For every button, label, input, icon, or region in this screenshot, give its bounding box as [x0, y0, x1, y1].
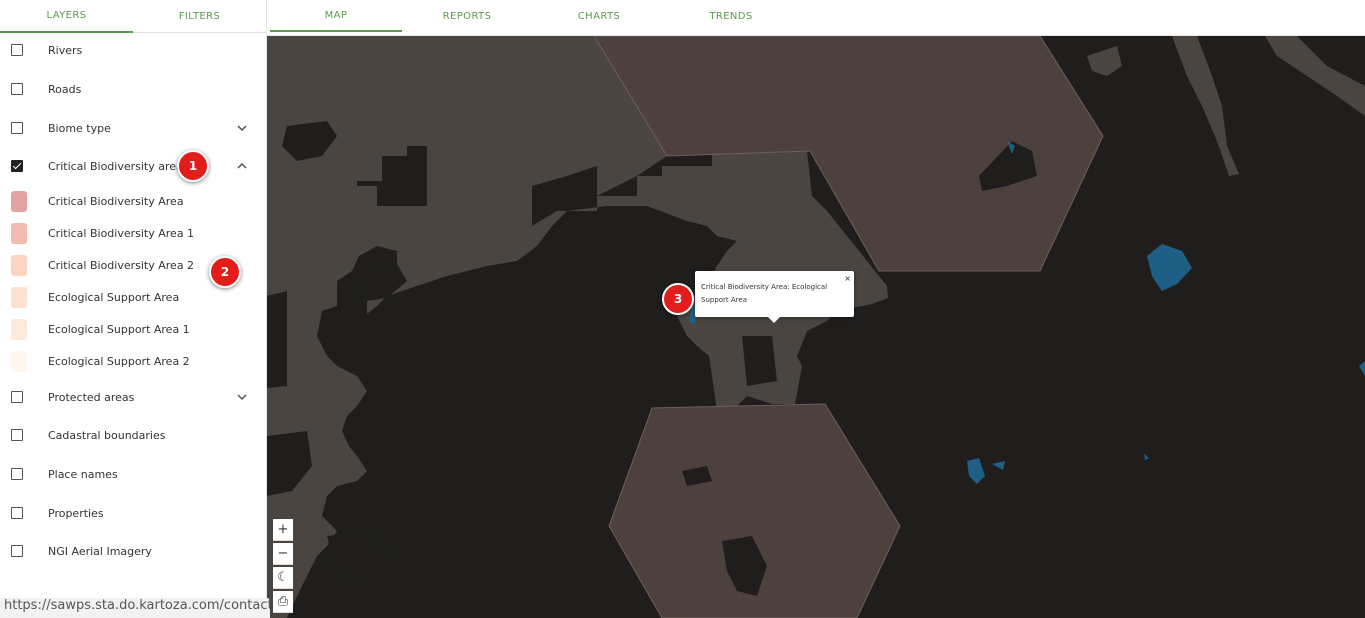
layer-label: Cadastral boundaries [48, 428, 166, 442]
tab-map[interactable]: MAP [270, 0, 402, 32]
legend-swatch [11, 254, 27, 276]
cba-polygon [1087, 46, 1122, 76]
water-body [967, 458, 985, 484]
tab-layers[interactable]: LAYERS [0, 0, 133, 33]
tab-reports[interactable]: REPORTS [401, 0, 533, 32]
layer-row-properties[interactable]: Properties [0, 495, 266, 531]
print-button[interactable]: ⎙ [273, 591, 293, 613]
layer-row-roads[interactable]: Roads [0, 71, 266, 107]
layer-checkbox-properties[interactable] [11, 507, 23, 519]
legend-label: Critical Biodiversity Area 2 [48, 258, 195, 272]
dark-mode-button[interactable]: ☾ [273, 567, 293, 589]
map-hole [327, 531, 387, 581]
map-canvas[interactable]: Critical Biodiversity Area: Ecological S… [267, 36, 1365, 618]
layer-checkbox-rivers[interactable] [11, 44, 23, 56]
legend-label: Ecological Support Area [48, 290, 180, 304]
water-body [1144, 454, 1149, 460]
legend-swatch [11, 190, 27, 212]
water-body [1147, 244, 1192, 291]
cba-polygon [1172, 36, 1239, 176]
moon-icon: ☾ [277, 570, 289, 585]
map-layers [267, 36, 1365, 618]
legend-label: Critical Biodiversity Area [48, 194, 184, 208]
layer-row-protected-areas[interactable]: Protected areas [0, 379, 266, 415]
legend-label: Ecological Support Area 1 [48, 322, 190, 336]
layer-checkbox-cadastral-boundaries[interactable] [11, 429, 23, 441]
layer-row-biome-type[interactable]: Biome type [0, 110, 266, 146]
cba-polygon [1265, 36, 1365, 116]
status-url: https://sawps.sta.do.kartoza.com/contact [0, 598, 270, 618]
feature-popup: Critical Biodiversity Area: Ecological S… [695, 271, 854, 323]
layer-checkbox-place-names[interactable] [11, 468, 23, 480]
zoom-out-button[interactable]: − [273, 543, 293, 565]
layer-label: Roads [48, 82, 82, 96]
legend-item: Ecological Support Area 2 [0, 347, 266, 375]
annotation-badge-2: 2 [209, 256, 241, 288]
sidebar-tabs: LAYERS FILTERS [0, 0, 266, 33]
legend-item: Critical Biodiversity Area 1 [0, 219, 266, 247]
layer-label: Place names [48, 467, 118, 481]
chevron-down-icon[interactable] [236, 391, 248, 403]
legend-label: Ecological Support Area 2 [48, 354, 190, 368]
layer-row-critical-biodiversity-areas[interactable]: Critical Biodiversity areas [0, 148, 266, 184]
chevron-up-icon[interactable] [236, 160, 248, 172]
water-body [1359, 361, 1365, 376]
annotation-badge-3: 3 [662, 283, 694, 315]
legend-swatch [11, 222, 27, 244]
layer-label: Rivers [48, 43, 83, 57]
layer-checkbox-roads[interactable] [11, 83, 23, 95]
popup-text: Critical Biodiversity Area: Ecological S… [701, 283, 828, 304]
zoom-in-button[interactable]: + [273, 519, 293, 541]
layers-sidebar: LAYERS FILTERS Rivers Roads Biome type C… [0, 0, 267, 618]
layer-checkbox-ngi-aerial-imagery[interactable] [11, 545, 23, 557]
layer-label: Properties [48, 506, 104, 520]
layer-checkbox-biome-type[interactable] [11, 122, 23, 134]
annotation-badge-1: 1 [177, 150, 209, 182]
tab-filters[interactable]: FILTERS [133, 0, 266, 33]
map-hole [267, 291, 287, 388]
chevron-down-icon[interactable] [236, 122, 248, 134]
layer-checkbox-critical-biodiversity-areas[interactable] [11, 160, 23, 172]
legend-swatch [11, 286, 27, 308]
layer-label: Biome type [48, 121, 111, 135]
layer-row-rivers[interactable]: Rivers [0, 32, 266, 68]
popup-tip [768, 317, 780, 323]
main-tabs-bar: MAP REPORTS CHARTS TRENDS [267, 0, 1365, 36]
layer-checkbox-protected-areas[interactable] [11, 391, 23, 403]
tab-trends[interactable]: TRENDS [665, 0, 797, 32]
layer-row-ngi-aerial-imagery[interactable]: NGI Aerial Imagery [0, 533, 266, 569]
layer-label: Critical Biodiversity areas [48, 159, 189, 173]
close-icon[interactable]: × [844, 272, 851, 285]
layer-label: Protected areas [48, 390, 135, 404]
map-hole [742, 336, 777, 386]
legend-item: Ecological Support Area 1 [0, 315, 266, 343]
layer-label: NGI Aerial Imagery [48, 544, 152, 558]
legend-swatch [11, 318, 27, 340]
legend-swatch [11, 350, 27, 372]
layer-row-cadastral-boundaries[interactable]: Cadastral boundaries [0, 417, 266, 453]
printer-icon: ⎙ [277, 594, 289, 609]
map-hole [362, 264, 407, 301]
water-body [992, 461, 1005, 470]
legend-label: Critical Biodiversity Area 1 [48, 226, 195, 240]
layer-row-place-names[interactable]: Place names [0, 456, 266, 492]
legend-item: Critical Biodiversity Area [0, 187, 266, 215]
tab-charts[interactable]: CHARTS [533, 0, 665, 32]
